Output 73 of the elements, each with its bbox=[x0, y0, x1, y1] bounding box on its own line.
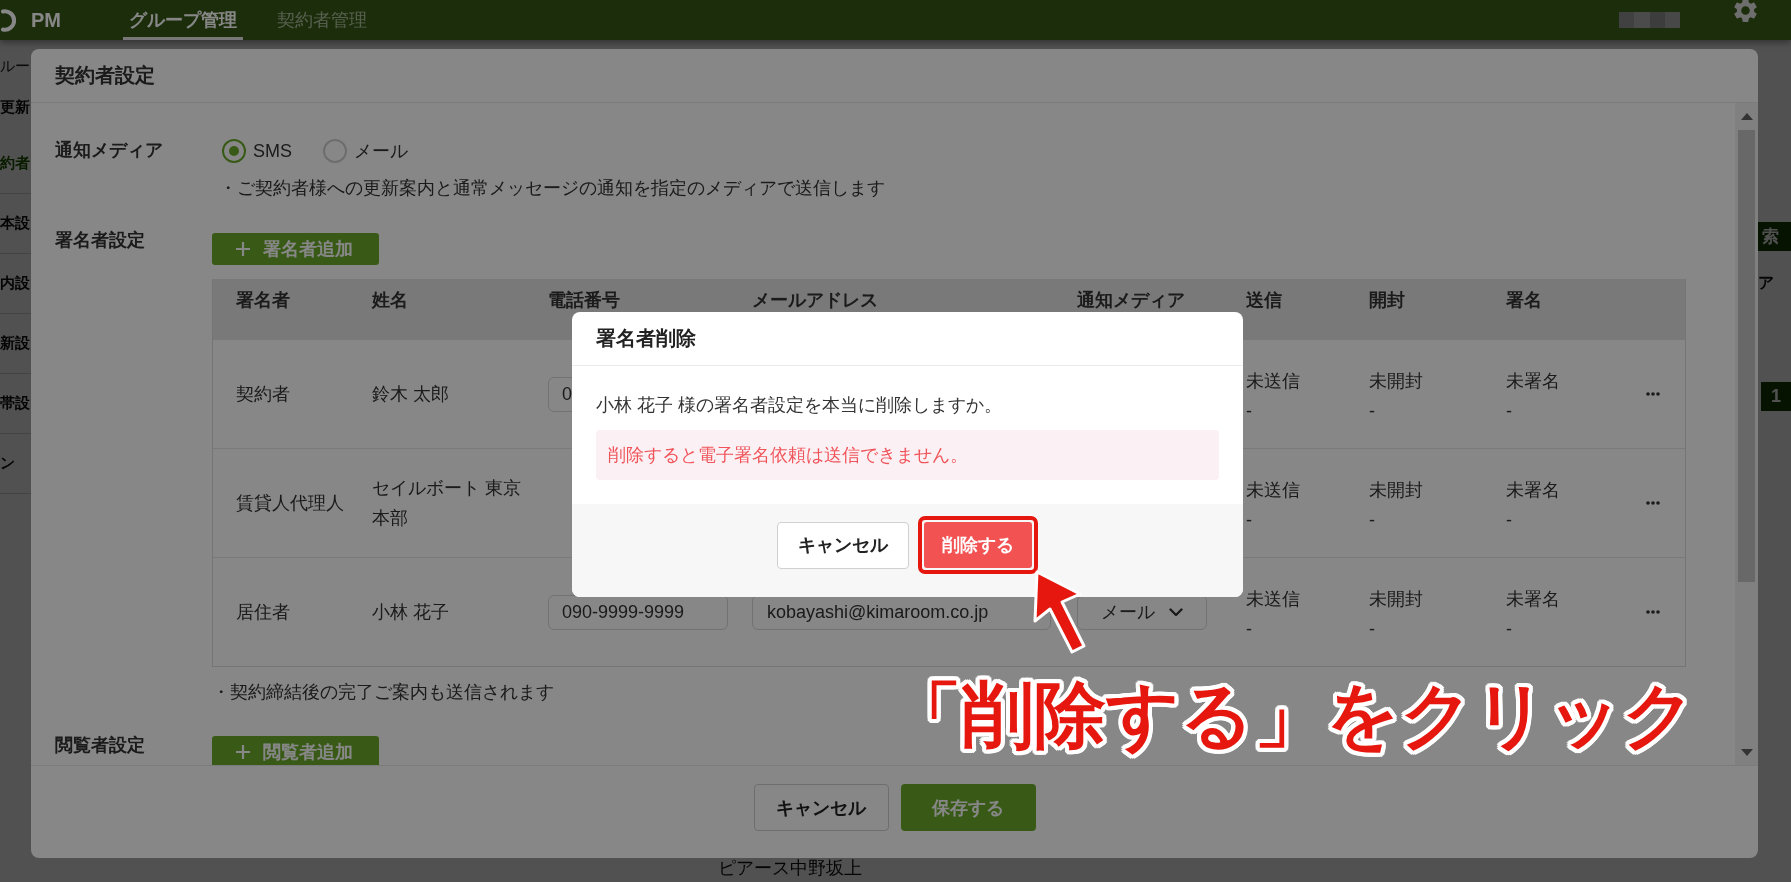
breadcrumb-text: ルー bbox=[0, 56, 31, 76]
column-header: 電話番号 bbox=[548, 290, 620, 310]
status-text: 未署名 bbox=[1506, 370, 1560, 393]
add-viewer-button[interactable]: 閲覧者追加 bbox=[212, 736, 379, 765]
delete-button[interactable]: 削除する bbox=[924, 522, 1032, 568]
status-text: 未署名 bbox=[1506, 588, 1560, 611]
status-text: 未送信 bbox=[1246, 588, 1300, 611]
status-text: 未署名 bbox=[1506, 479, 1560, 502]
status-text: - bbox=[1506, 509, 1512, 532]
radio-label[interactable]: SMS bbox=[253, 138, 292, 164]
role-text: 契約者 bbox=[236, 383, 290, 406]
plus-icon bbox=[235, 744, 251, 760]
plus-icon bbox=[235, 241, 251, 257]
note-text: ・契約締結後の完了ご案内も送信されます bbox=[212, 681, 554, 704]
column-header: 署名 bbox=[1506, 290, 1542, 310]
cancel-button[interactable]: キャンセル bbox=[777, 521, 909, 569]
nav-tab[interactable]: 契約者管理 bbox=[271, 0, 373, 40]
section-label: 通知メディア bbox=[55, 139, 164, 162]
name-text: 鈴木 太郎 bbox=[372, 383, 449, 406]
section-label: 閲覧者設定 bbox=[55, 734, 146, 757]
column-header: メールアドレス bbox=[752, 290, 878, 310]
pixelated-block bbox=[1619, 12, 1680, 28]
status-text: - bbox=[1246, 618, 1252, 641]
name-text: 小林 花子 bbox=[372, 601, 449, 624]
dialog-title: 署名者削除 bbox=[596, 326, 696, 351]
section-label: 署名者設定 bbox=[55, 229, 146, 252]
status-text: - bbox=[1506, 618, 1512, 641]
cancel-button[interactable]: キャンセル bbox=[753, 784, 889, 831]
dialog-message: 小林 花子 様の署名者設定を本当に削除しますか。 bbox=[596, 394, 1002, 417]
status-text: - bbox=[1369, 509, 1375, 532]
search-button[interactable]: 索 bbox=[1758, 222, 1791, 251]
scroll-up-icon[interactable] bbox=[1740, 113, 1753, 120]
column-header: 開封 bbox=[1369, 290, 1405, 310]
table-row-text: ピアース中野坂上 bbox=[718, 858, 862, 878]
status-text: 未開封 bbox=[1369, 588, 1423, 611]
more-icon[interactable] bbox=[1646, 501, 1660, 505]
column-header: 通知メディア bbox=[1077, 290, 1185, 310]
status-text: - bbox=[1369, 618, 1375, 641]
status-text: - bbox=[1246, 400, 1252, 423]
scrollbar-thumb[interactable] bbox=[1738, 130, 1755, 582]
radio-button[interactable] bbox=[323, 139, 347, 163]
status-text: 未送信 bbox=[1246, 370, 1300, 393]
nav-tab[interactable]: グループ管理 bbox=[123, 0, 243, 40]
column-header: 送信 bbox=[1246, 290, 1282, 310]
pagination-button[interactable]: 1 bbox=[1761, 382, 1791, 411]
status-text: - bbox=[1369, 400, 1375, 423]
column-header: 署名者 bbox=[236, 290, 290, 310]
status-text: 未送信 bbox=[1246, 479, 1300, 502]
role-text: 居住者 bbox=[236, 601, 290, 624]
status-text: - bbox=[1246, 509, 1252, 532]
status-text: 未開封 bbox=[1369, 479, 1423, 502]
column-header: ア bbox=[1758, 273, 1774, 293]
logo-text: PM bbox=[31, 9, 61, 31]
add-signer-button[interactable]: 署名者追加 bbox=[212, 233, 379, 265]
modal-title: 契約者設定 bbox=[55, 63, 155, 88]
page-heading: 更新 bbox=[0, 97, 31, 117]
role-text: 賃貸人代理人 bbox=[236, 492, 344, 515]
more-icon[interactable] bbox=[1646, 610, 1660, 614]
warning-message: 削除すると電子署名依頼は送信できません。 bbox=[596, 430, 1219, 480]
callout-text: 「削除する」をクリック bbox=[890, 674, 1696, 757]
phone-field[interactable]: 090-9999-9999 bbox=[548, 594, 728, 630]
name-text: セイルボート 東京本部 bbox=[372, 477, 522, 530]
more-icon[interactable] bbox=[1646, 392, 1660, 396]
note-text: ・ご契約者様への更新案内と通常メッセージの通知を指定のメディアで送信します bbox=[219, 177, 885, 200]
chevron-down-icon bbox=[1169, 607, 1183, 617]
radio-label[interactable]: メール bbox=[354, 138, 408, 164]
radio-button[interactable] bbox=[222, 139, 246, 163]
status-text: - bbox=[1506, 400, 1512, 423]
column-header: 姓名 bbox=[372, 290, 408, 310]
status-text: 未開封 bbox=[1369, 370, 1423, 393]
save-button[interactable]: 保存する bbox=[900, 784, 1036, 831]
scroll-down-icon[interactable] bbox=[1740, 749, 1753, 756]
settings-icon[interactable] bbox=[1734, 0, 1757, 22]
